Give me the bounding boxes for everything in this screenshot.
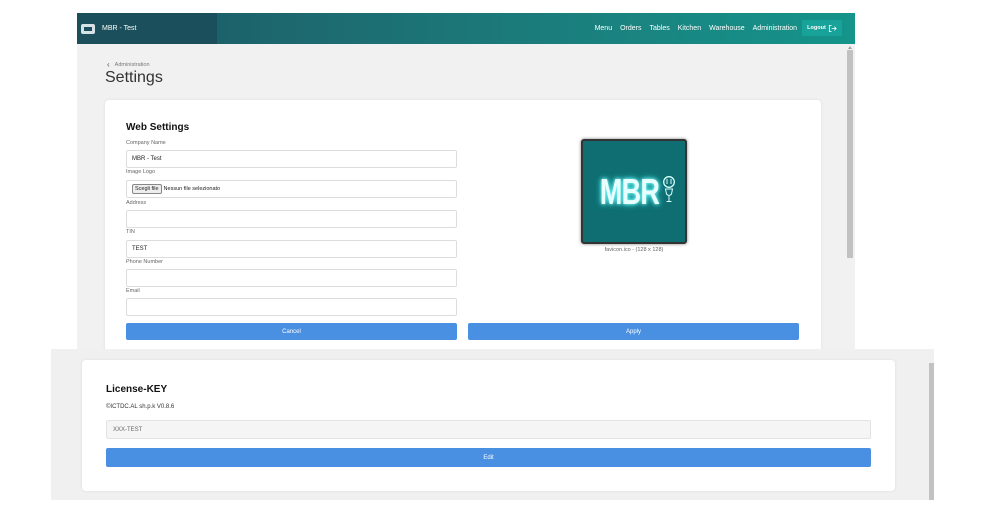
web-settings-card: Web Settings Company Name MBR - Test Ima… [105,100,821,350]
license-version: ©ICTDC.AL sh.p.k V0.8.6 [106,404,175,410]
logo-caption: favicon.ico - (128 x 128) [604,247,664,253]
logout-label: Logout [807,25,826,31]
license-title: License-KEY [106,384,168,395]
email-input[interactable] [126,298,457,316]
email-label: Email [126,288,140,294]
logout-button[interactable]: Logout [802,20,842,36]
image-logo-file-input[interactable]: Scegli file Nessun file selezionato [126,180,457,198]
nav-menu[interactable]: Menu [595,25,613,32]
phone-label: Phone Number [126,259,163,265]
edit-button[interactable]: Edit [106,448,871,467]
logo-preview: MBR [581,139,687,244]
license-key-input[interactable]: XXX-TEST [106,420,871,439]
settings-window: MBR - Test Menu Orders Tables Kitchen Wa… [77,13,855,350]
tin-input[interactable]: TEST [126,240,457,258]
brand-name: MBR - Test [102,25,137,32]
logout-icon [828,24,837,32]
apply-button[interactable]: Apply [468,323,799,340]
nav-kitchen[interactable]: Kitchen [678,25,701,32]
tin-value: TEST [132,246,148,252]
restaurant-logo-icon [663,176,675,202]
file-status: Nessun file selezionato [163,186,221,192]
chevron-left-icon: ‹ [107,60,110,69]
nav-links: Menu Orders Tables Kitchen Warehouse Adm… [595,13,797,44]
license-scrollbar[interactable] [929,363,934,500]
web-settings-title: Web Settings [126,122,190,133]
breadcrumb-parent[interactable]: Administration [115,62,150,68]
image-logo-label: Image Logo [126,169,156,175]
breadcrumb[interactable]: ‹ Administration [107,60,150,69]
company-name-value: MBR - Test [132,156,162,162]
address-label: Address [126,200,147,206]
license-card: License-KEY ©ICTDC.AL sh.p.k V0.8.6 XXX-… [82,360,895,491]
phone-input[interactable] [126,269,457,287]
company-name-input[interactable]: MBR - Test [126,150,457,168]
scroll-up-arrow-icon[interactable] [848,46,852,49]
logo-text: MBR [599,170,659,212]
brand[interactable]: MBR - Test [77,13,217,44]
page-scrollbar[interactable] [846,44,855,350]
nav-administration[interactable]: Administration [753,25,797,32]
app-logo-icon [81,23,95,34]
nav-warehouse[interactable]: Warehouse [709,25,745,32]
tin-label: TIN [126,229,135,235]
address-input[interactable] [126,210,457,228]
nav-tables[interactable]: Tables [650,25,670,32]
cancel-button[interactable]: Cancel [126,323,457,340]
top-navbar: MBR - Test Menu Orders Tables Kitchen Wa… [77,13,855,44]
company-name-label: Company Name [126,140,166,146]
scrollbar-thumb[interactable] [847,50,853,258]
choose-file-button[interactable]: Scegli file [132,184,162,194]
license-window: License-KEY ©ICTDC.AL sh.p.k V0.8.6 XXX-… [51,349,934,500]
license-key-value: XXX-TEST [113,426,143,433]
page-title: Settings [105,69,163,86]
nav-orders[interactable]: Orders [620,25,641,32]
